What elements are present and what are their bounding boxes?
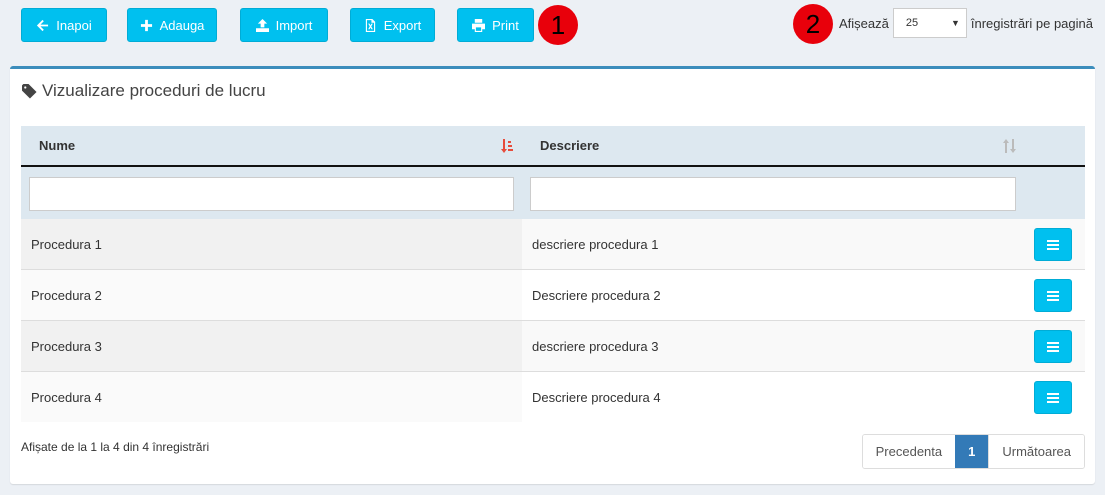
cell-name: Procedura 3 [21,321,522,371]
box-title: Vizualizare proceduri de lucru [22,81,266,101]
print-button[interactable]: Print [457,8,534,42]
previous-page-button[interactable]: Precedenta [862,435,956,468]
row-menu-button[interactable] [1034,279,1072,312]
add-label: Adauga [159,17,205,33]
printer-icon [472,18,486,32]
sort-both-icon[interactable] [1002,138,1016,154]
upload-icon [255,18,269,32]
row-menu-button[interactable] [1034,381,1072,414]
column-header-description-label: Descriere [540,138,600,153]
page-size-select[interactable]: 25 ▼ [892,8,967,38]
procedures-box: Vizualizare proceduri de lucru Nume Desc… [10,66,1095,484]
page-size-value: 25 [905,17,919,29]
arrow-left-icon [37,19,49,31]
table-row: Procedura 4 Descriere procedura 4 [21,372,1085,423]
page-1-button[interactable]: 1 [955,435,989,468]
caret-down-icon: ▼ [950,18,960,28]
export-button[interactable]: Export [350,8,435,42]
add-button[interactable]: Adauga [127,8,217,42]
row-menu-button[interactable] [1034,330,1072,363]
column-header-name[interactable]: Nume [39,126,509,165]
print-label: Print [492,17,519,33]
page-size-prefix: Afișează [838,15,889,31]
annotation-badge-2: 2 [793,4,833,44]
table-row: Procedura 3 descriere procedura 3 [21,321,1085,372]
back-label: Inapoi [56,17,92,33]
pagination: Precedenta 1 Următoarea [861,434,1085,469]
cell-name: Procedura 2 [21,270,522,320]
bars-icon [1047,239,1059,250]
page-size-suffix: înregistrări pe pagină [970,15,1093,31]
export-label: Export [383,17,422,33]
table-row: Procedura 1 descriere procedura 1 [21,219,1085,270]
next-page-button[interactable]: Următoarea [988,435,1084,468]
sort-ascending-icon[interactable] [500,138,514,154]
cell-description: Descriere procedura 4 [532,389,661,405]
import-button[interactable]: Import [240,8,328,42]
cell-description: descriere procedura 1 [532,236,659,252]
bars-icon [1047,392,1059,403]
annotation-badge-1: 1 [538,5,578,45]
bars-icon [1047,341,1059,352]
excel-file-icon [365,18,375,32]
box-title-text: Vizualizare proceduri de lucru [42,81,266,100]
cell-description: descriere procedura 3 [532,338,659,354]
procedures-table: Nume Descriere Procedura 1 descriere pro… [21,126,1085,423]
description-filter-input[interactable] [530,177,1016,211]
cell-name: Procedura 1 [21,219,522,269]
page-size-control: Afișează 25 ▼ înregistrări pe pagină [839,8,1093,38]
bars-icon [1047,290,1059,301]
row-menu-button[interactable] [1034,228,1072,261]
column-header-name-label: Nume [39,138,76,153]
tag-icon [22,83,37,99]
cell-name: Procedura 4 [21,372,522,422]
plus-icon [140,19,152,31]
records-info: Afișate de la 1 la 4 din 4 înregistrări [21,440,210,454]
cell-description: Descriere procedura 2 [532,287,661,303]
back-button[interactable]: Inapoi [21,8,107,42]
column-header-description[interactable]: Descriere [540,126,1000,165]
import-label: Import [275,17,313,33]
name-filter-input[interactable] [29,177,514,211]
filter-row [21,167,1085,219]
table-header: Nume Descriere [21,126,1085,167]
table-row: Procedura 2 Descriere procedura 2 [21,270,1085,321]
